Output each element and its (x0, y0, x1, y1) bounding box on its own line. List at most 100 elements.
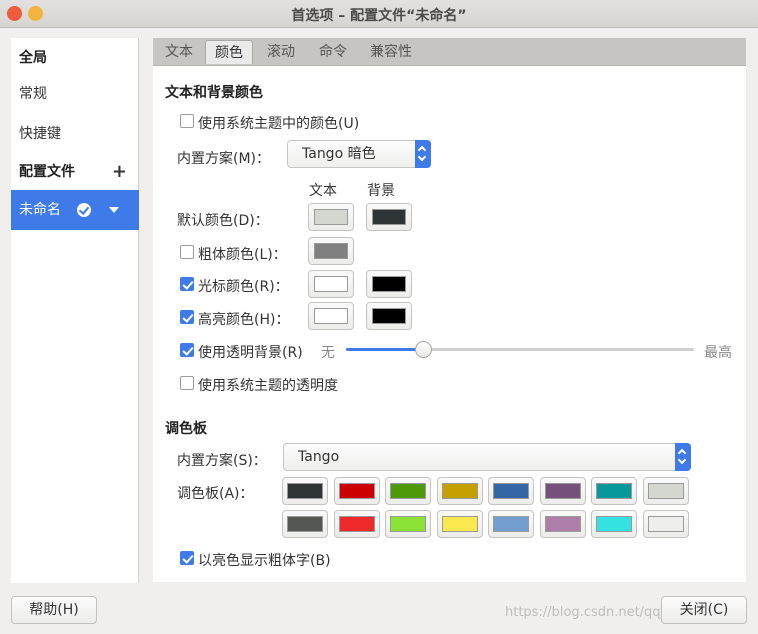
highlight-bg-color-button[interactable] (366, 302, 412, 330)
palette-heading: 调色板 (165, 421, 207, 437)
close-button[interactable]: 关闭(C) (661, 596, 747, 624)
color-swatch (372, 276, 406, 292)
builtin-scheme-value: Tango 暗色 (302, 146, 376, 162)
builtin-scheme-select[interactable]: Tango 暗色 (287, 140, 431, 168)
color-swatch (314, 209, 348, 225)
color-swatch (287, 516, 323, 532)
palette-scheme-select[interactable]: Tango (283, 443, 691, 471)
sidebar-profiles-label: 配置文件 (19, 164, 75, 180)
sidebar-item-profile-unnamed[interactable]: 未命名 (11, 190, 139, 230)
bold-bright-checkbox[interactable] (180, 551, 194, 565)
color-swatch (372, 209, 406, 225)
sidebar-item-shortcuts[interactable]: 快捷键 (11, 114, 139, 154)
bold-color-checkbox[interactable] (180, 245, 194, 259)
palette-color-button[interactable] (333, 510, 380, 538)
palette-color-button[interactable] (282, 510, 328, 538)
color-swatch (544, 516, 581, 532)
palette-color-button[interactable] (385, 477, 431, 505)
color-swatch (338, 483, 375, 499)
column-bg-label: 背景 (367, 183, 395, 199)
palette-color-button[interactable] (385, 510, 431, 538)
cursor-color-label: 光标颜色(R)： (198, 279, 289, 295)
color-swatch (314, 276, 348, 292)
highlight-color-checkbox[interactable] (180, 310, 194, 324)
system-transparency-label: 使用系统主题的透明度 (198, 378, 338, 394)
color-swatch (390, 516, 426, 532)
palette-color-button[interactable] (642, 477, 689, 505)
color-swatch (314, 308, 348, 324)
transparency-slider-track[interactable] (346, 348, 694, 351)
bold-color-label: 粗体颜色(L)： (198, 247, 287, 263)
cursor-text-color-button[interactable] (308, 270, 354, 298)
color-swatch (390, 483, 426, 499)
transparency-slider-handle[interactable] (414, 341, 432, 358)
system-transparency-checkbox[interactable] (180, 376, 194, 390)
color-swatch (441, 483, 478, 499)
sidebar-heading-profiles: 配置文件 + (11, 152, 139, 192)
tab-compatibility[interactable]: 兼容性 (361, 40, 421, 64)
palette-color-button[interactable] (591, 477, 637, 505)
color-swatch (596, 516, 632, 532)
sidebar-item-general[interactable]: 常规 (11, 74, 139, 114)
color-swatch (544, 483, 581, 499)
palette-color-button[interactable] (333, 477, 380, 505)
bold-text-color-button[interactable] (308, 237, 354, 265)
tab-command[interactable]: 命令 (309, 40, 357, 64)
palette-label: 调色板(A)： (177, 486, 254, 502)
color-swatch (338, 516, 375, 532)
select-spin-icon (675, 443, 691, 471)
color-swatch (441, 516, 478, 532)
builtin-scheme-label: 内置方案(M)： (177, 151, 271, 167)
tab-text[interactable]: 文本 (157, 40, 201, 64)
color-swatch (287, 483, 323, 499)
bold-bright-label: 以亮色显示粗体字(B) (198, 553, 331, 569)
sidebar: 全局 常规 快捷键 配置文件 + 未命名 (11, 38, 139, 583)
palette-scheme-value: Tango (298, 449, 340, 465)
tab-colors[interactable]: 颜色 (205, 40, 253, 64)
tab-bar: 文本 颜色 滚动 命令 兼容性 (153, 38, 746, 66)
palette-color-button[interactable] (539, 477, 586, 505)
default-text-color-button[interactable] (308, 203, 354, 231)
palette-scheme-label: 内置方案(S)： (177, 453, 267, 469)
palette-color-button[interactable] (436, 477, 483, 505)
cursor-bg-color-button[interactable] (366, 270, 412, 298)
default-profile-check-icon (77, 203, 91, 217)
cursor-color-checkbox[interactable] (180, 277, 194, 291)
transparency-min-label: 无 (321, 345, 335, 361)
color-swatch (596, 483, 632, 499)
transparent-bg-checkbox[interactable] (180, 343, 194, 357)
profile-menu-chevron-down-icon[interactable] (109, 207, 119, 213)
color-swatch (493, 483, 529, 499)
palette-color-button[interactable] (642, 510, 689, 538)
color-swatch (647, 483, 684, 499)
palette-color-button[interactable] (282, 477, 328, 505)
color-swatch (493, 516, 529, 532)
use-system-theme-checkbox[interactable] (180, 114, 194, 128)
column-text-label: 文本 (309, 183, 337, 199)
highlight-text-color-button[interactable] (308, 302, 354, 330)
default-color-label: 默认颜色(D)： (177, 213, 269, 229)
palette-color-button[interactable] (539, 510, 586, 538)
add-profile-button[interactable]: + (112, 152, 127, 192)
help-button[interactable]: 帮助(H) (11, 596, 97, 624)
select-spin-icon (415, 140, 431, 168)
color-swatch (314, 243, 348, 259)
transparency-slider-fill (346, 348, 423, 351)
sidebar-heading-global: 全局 (19, 50, 47, 66)
palette-color-button[interactable] (591, 510, 637, 538)
default-bg-color-button[interactable] (366, 203, 412, 231)
palette-color-button[interactable] (488, 477, 534, 505)
profile-name-label: 未命名 (19, 202, 61, 218)
color-swatch (372, 308, 406, 324)
transparent-bg-label: 使用透明背景(R) (198, 345, 303, 361)
palette-color-button[interactable] (488, 510, 534, 538)
transparency-max-label: 最高 (704, 345, 732, 361)
tab-scrolling[interactable]: 滚动 (257, 40, 305, 64)
text-bg-heading: 文本和背景颜色 (165, 85, 263, 101)
highlight-color-label: 高亮颜色(H)： (198, 312, 290, 328)
use-system-theme-label: 使用系统主题中的颜色(U) (198, 116, 360, 132)
window-title: 首选项 – 配置文件“未命名” (291, 8, 467, 24)
color-swatch (647, 516, 684, 532)
palette-color-button[interactable] (436, 510, 483, 538)
title-bar: 首选项 – 配置文件“未命名” (0, 0, 758, 28)
